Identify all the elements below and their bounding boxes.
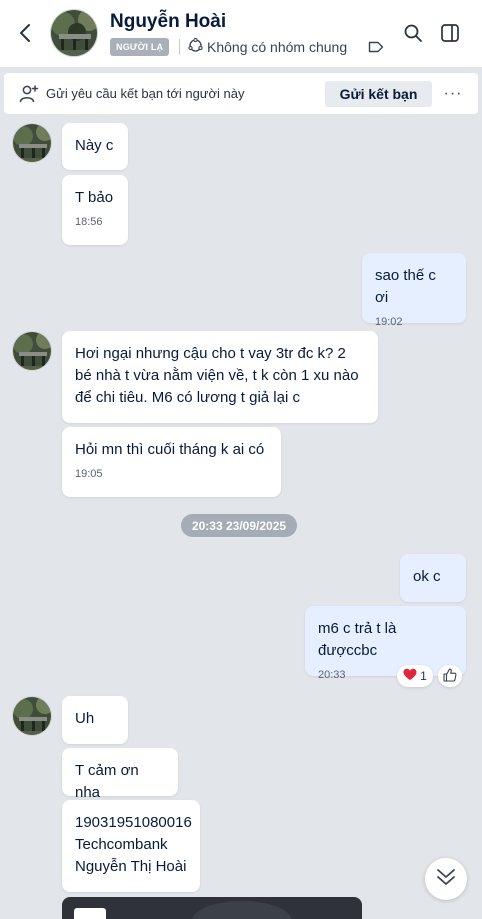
image-message[interactable] <box>62 897 362 919</box>
back-arrow-icon[interactable] <box>12 20 38 46</box>
message-text: Hỏi mn thì cuối tháng k ai có <box>75 441 265 458</box>
sender-avatar[interactable] <box>12 696 52 736</box>
heart-icon <box>403 668 417 684</box>
reaction-summary[interactable]: 1 <box>397 665 433 687</box>
scroll-to-bottom-button[interactable] <box>425 858 467 900</box>
contact-name[interactable]: Nguyễn Hoài <box>110 11 226 33</box>
message-line: Techcombank <box>75 836 168 853</box>
message-text: Uh <box>75 710 95 727</box>
sender-avatar[interactable] <box>12 331 52 371</box>
add-friend-icon <box>18 83 40 105</box>
message-line: Nguyễn Thị Hoài <box>75 858 187 875</box>
reaction-count: 1 <box>420 669 427 683</box>
message-bubble[interactable]: T cảm ơn nha <box>62 748 178 801</box>
message-line: 19031951080016 <box>75 814 192 831</box>
message-bubble[interactable]: Này c <box>62 123 128 170</box>
message-text: ok c <box>413 568 441 585</box>
more-options-button[interactable]: ··· <box>440 81 466 107</box>
common-groups-label: Không có nhóm chung <box>207 39 348 55</box>
message-text: m6 c trả t là đượccbc <box>318 620 397 659</box>
message-bubble-outgoing[interactable]: m6 c trả t là đượccbc 20:33 <box>305 606 466 681</box>
message-text: T bảo <box>75 189 114 206</box>
search-icon[interactable] <box>400 20 426 46</box>
message-time: 18:56 <box>75 216 103 228</box>
header-divider <box>179 39 180 55</box>
chat-header: Nguyễn Hoài NGƯỜI LẠ Không có nhóm chung <box>0 0 482 68</box>
like-button[interactable] <box>438 665 462 687</box>
send-friend-request-button[interactable]: Gửi kết bạn <box>325 81 432 107</box>
message-text: T cảm ơn nha <box>75 762 139 801</box>
message-time: 19:02 <box>375 316 403 328</box>
stranger-badge: NGƯỜI LẠ <box>110 38 170 56</box>
message-bubble[interactable]: T bảo 18:56 <box>62 175 128 245</box>
group-icon <box>188 37 203 56</box>
friend-request-panel: Gửi yêu cầu kết bạn tới người này Gửi kế… <box>4 73 478 114</box>
friend-request-bar: Gửi yêu cầu kết bạn tới người này Gửi kế… <box>0 69 482 118</box>
message-bubble[interactable]: 19031951080016 Techcombank Nguyễn Thị Ho… <box>62 800 200 892</box>
chevron-double-down-icon <box>435 867 457 892</box>
tag-icon[interactable] <box>368 40 384 54</box>
message-text: Hơi ngại nhưng cậu cho t vay 3tr đc k? 2… <box>75 345 359 406</box>
contact-avatar[interactable] <box>50 9 98 57</box>
message-bubble-outgoing[interactable]: sao thế c ơi 19:02 <box>362 253 466 328</box>
image-content <box>192 901 292 919</box>
message-time: 19:05 <box>75 468 103 480</box>
message-bubble-outgoing[interactable]: ok c <box>400 554 466 602</box>
message-bubble[interactable]: Hơi ngại nhưng cậu cho t vay 3tr đc k? 2… <box>62 331 378 423</box>
message-bubble[interactable]: Uh <box>62 696 128 744</box>
like-icon <box>443 668 457 685</box>
message-text: sao thế c ơi <box>375 267 436 306</box>
friend-request-text: Gửi yêu cầu kết bạn tới người này <box>46 86 245 101</box>
image-overlay-chip <box>74 908 106 919</box>
date-separator: 20:33 23/09/2025 <box>181 514 297 537</box>
sidebar-toggle-icon[interactable] <box>437 20 463 46</box>
common-groups[interactable]: Không có nhóm chung <box>188 37 348 56</box>
message-bubble[interactable]: Hỏi mn thì cuối tháng k ai có 19:05 <box>62 427 281 497</box>
sender-avatar[interactable] <box>12 123 52 163</box>
message-text: Này c <box>75 137 114 154</box>
